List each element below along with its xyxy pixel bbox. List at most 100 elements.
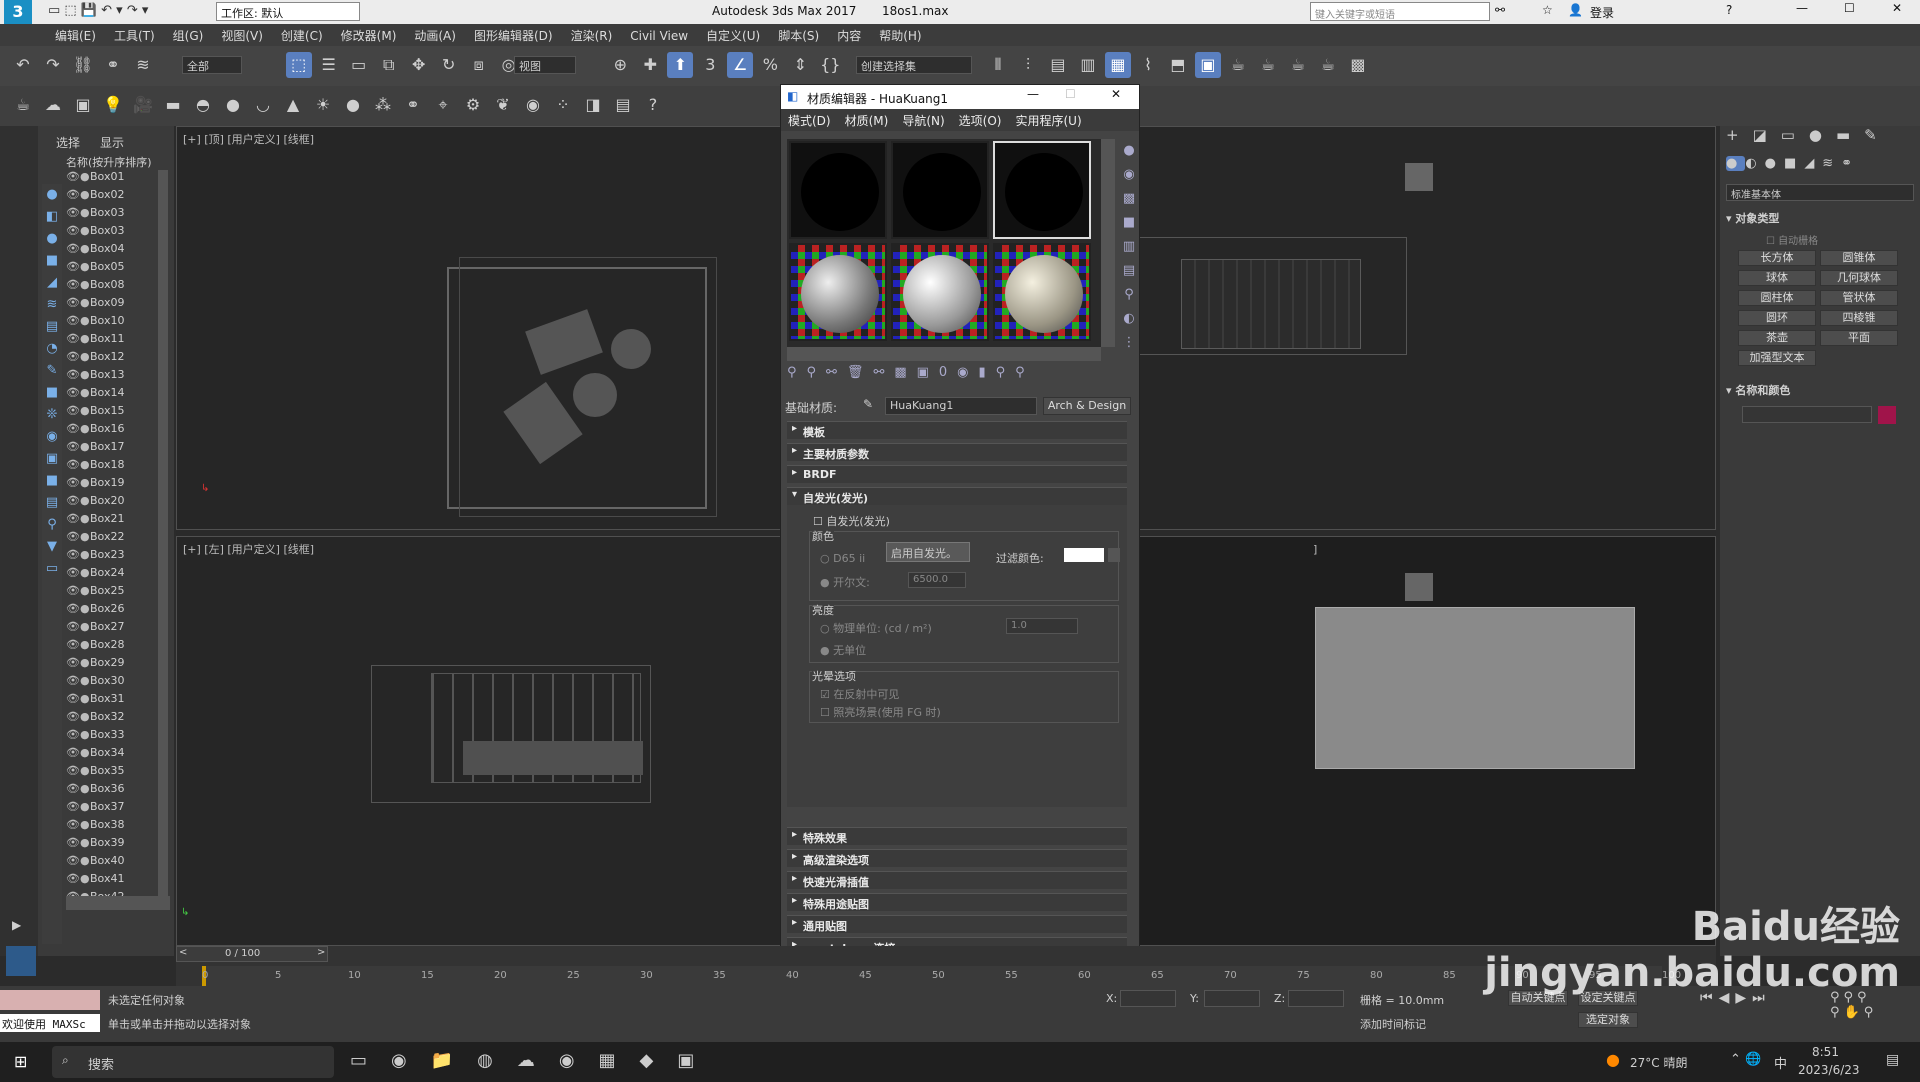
mat-menu-modes[interactable]: 模式(D) xyxy=(781,109,838,132)
h-scrollbar[interactable] xyxy=(66,896,170,910)
sphere-light-icon[interactable]: ● xyxy=(220,92,246,118)
clock-date[interactable]: 2023/6/23 xyxy=(1798,1063,1860,1077)
list-item[interactable]: 👁●Box08 xyxy=(66,278,124,296)
visibility-eye-icon[interactable]: 👁● xyxy=(66,350,90,363)
layout-grid-icon[interactable] xyxy=(6,946,36,976)
rect-select-icon[interactable]: ▭ xyxy=(346,52,372,78)
viewcube-icon[interactable] xyxy=(1405,163,1433,191)
visibility-eye-icon[interactable]: 👁● xyxy=(66,368,90,381)
render-iterative-icon[interactable]: ☕ xyxy=(1285,52,1311,78)
sample-slot-6[interactable] xyxy=(993,243,1091,341)
weather-icon[interactable]: ● xyxy=(1606,1050,1620,1069)
visibility-eye-icon[interactable]: 👁● xyxy=(66,188,90,201)
pivot-icon[interactable]: ⊕ xyxy=(607,52,633,78)
redo-icon[interactable]: ↷ xyxy=(40,52,66,78)
menu-modifiers[interactable]: 修改器(M) xyxy=(332,24,406,47)
multi-material-icon[interactable]: ⁘ xyxy=(550,92,576,118)
list-item[interactable]: 👁●Box27 xyxy=(66,620,124,638)
visibility-eye-icon[interactable]: 👁● xyxy=(66,512,90,525)
rollout-name-color[interactable]: ▾ 名称和颜色 xyxy=(1726,382,1914,400)
rollout-adv-render[interactable]: 高级渲染选项 xyxy=(787,849,1127,867)
list-item[interactable]: 👁●Box36 xyxy=(66,782,124,800)
cone-button[interactable]: 圆锥体 xyxy=(1820,250,1898,266)
list-item[interactable]: 👁●Box11 xyxy=(66,332,124,350)
unlink-icon[interactable]: ⚭ xyxy=(100,52,126,78)
visibility-eye-icon[interactable]: 👁● xyxy=(66,440,90,453)
layer-explorer-icon[interactable]: ▤ xyxy=(1045,52,1071,78)
material-name-field[interactable]: HuaKuang1 xyxy=(885,397,1037,415)
material-type-button[interactable]: Arch & Design xyxy=(1043,397,1131,415)
selection-filter-dropdown[interactable]: 全部 xyxy=(182,56,242,74)
render-grid-icon[interactable]: ▩ xyxy=(1345,52,1371,78)
teapot-icon[interactable]: ☕ xyxy=(10,92,36,118)
visibility-eye-icon[interactable]: 👁● xyxy=(66,620,90,633)
visibility-eye-icon[interactable]: 👁● xyxy=(66,602,90,615)
list-item[interactable]: 👁●Box18 xyxy=(66,458,124,476)
visibility-eye-icon[interactable]: 👁● xyxy=(66,728,90,741)
user-icon[interactable]: 👤 xyxy=(1568,3,1583,17)
keyboard-shortcut-icon[interactable]: ⬆ xyxy=(667,52,694,78)
toggle-ribbon-icon[interactable]: ▥ xyxy=(1075,52,1101,78)
list-item[interactable]: 👁●Box40 xyxy=(66,854,124,872)
star-icon[interactable]: ☆ xyxy=(1542,3,1553,17)
z-field[interactable] xyxy=(1288,990,1344,1007)
x-field[interactable] xyxy=(1120,990,1176,1007)
box-icon[interactable]: ▬ xyxy=(160,92,186,118)
environment-icon[interactable]: ▣ xyxy=(70,92,96,118)
list-item[interactable]: 👁●Box03 xyxy=(66,224,124,242)
bind-spacewarp-icon[interactable]: ≋ xyxy=(130,52,156,78)
list-item[interactable]: 👁●Box29 xyxy=(66,656,124,674)
particles-icon[interactable]: ⁂ xyxy=(370,92,396,118)
prev-frame-icon[interactable]: < xyxy=(179,947,187,958)
menu-views[interactable]: 视图(V) xyxy=(212,24,272,47)
camera-icon[interactable]: 🎥 xyxy=(130,92,156,118)
move-icon[interactable]: ✥ xyxy=(406,52,432,78)
search-input[interactable]: 键入关键字或短语 xyxy=(1310,2,1490,21)
material-map-icon[interactable]: ◨ xyxy=(580,92,606,118)
autogrid-checkbox[interactable]: ☐ 自动栅格 xyxy=(1766,232,1818,247)
maximize-button[interactable]: ☐ xyxy=(1844,1,1855,15)
maxscript-welcome[interactable]: 欢迎使用 MAXSc xyxy=(0,1014,100,1032)
list-item[interactable]: 👁●Box23 xyxy=(66,548,124,566)
list-item[interactable]: 👁●Box22 xyxy=(66,530,124,548)
list-item[interactable]: 👁●Box37 xyxy=(66,800,124,818)
rollout-general-maps[interactable]: 通用贴图 xyxy=(787,915,1127,933)
notification-icon[interactable]: ▤ xyxy=(1886,1052,1899,1068)
list-item[interactable]: 👁●Box10 xyxy=(66,314,124,332)
list-item[interactable]: 👁●Box15 xyxy=(66,404,124,422)
text-plus-button[interactable]: 加强型文本 xyxy=(1738,350,1816,366)
mat-close-button[interactable]: ✕ xyxy=(1111,87,1121,101)
clock-time[interactable]: 8:51 xyxy=(1812,1045,1839,1059)
mat-menu-utilities[interactable]: 实用程序(U) xyxy=(1008,109,1088,132)
mat-menu-options[interactable]: 选项(O) xyxy=(952,109,1009,132)
minimize-button[interactable]: — xyxy=(1796,1,1808,15)
visibility-eye-icon[interactable]: 👁● xyxy=(66,854,90,867)
list-item[interactable]: 👁●Box12 xyxy=(66,350,124,368)
sphere-button[interactable]: 球体 xyxy=(1738,270,1816,286)
kelvin-radio[interactable]: ● 开尔文: xyxy=(820,574,870,590)
list-item[interactable]: 👁●Box28 xyxy=(66,638,124,656)
sky-icon[interactable]: ● xyxy=(340,92,366,118)
visibility-eye-icon[interactable]: 👁● xyxy=(66,872,90,885)
maxscript-listener[interactable] xyxy=(0,990,100,1010)
login-button[interactable]: 登录 xyxy=(1590,4,1614,21)
visibility-eye-icon[interactable]: 👁● xyxy=(66,332,90,345)
menu-animation[interactable]: 动画(A) xyxy=(405,24,465,47)
filter-map-button[interactable] xyxy=(1108,548,1120,562)
visibility-eye-icon[interactable]: 👁● xyxy=(66,494,90,507)
list-item[interactable]: 👁●Box33 xyxy=(66,728,124,746)
visibility-eye-icon[interactable]: 👁● xyxy=(66,314,90,327)
sun-icon[interactable]: ☀ xyxy=(310,92,336,118)
visibility-eye-icon[interactable]: 👁● xyxy=(66,224,90,237)
menu-graph-editors[interactable]: 图形编辑器(D) xyxy=(465,24,562,47)
list-item[interactable]: 👁●Box04 xyxy=(66,242,124,260)
sample-slot-2[interactable] xyxy=(891,141,989,239)
menu-civil-view[interactable]: Civil View xyxy=(621,26,697,46)
list-item[interactable]: 👁●Box16 xyxy=(66,422,124,440)
sample-slot-1[interactable] xyxy=(789,141,887,239)
undo-icon[interactable]: ↶ xyxy=(10,52,36,78)
list-item[interactable]: 👁●Box02 xyxy=(66,188,124,206)
list-item[interactable]: 👁●Box25 xyxy=(66,584,124,602)
visibility-eye-icon[interactable]: 👁● xyxy=(66,782,90,795)
rollout-main-params[interactable]: 主要材质参数 xyxy=(787,443,1127,461)
